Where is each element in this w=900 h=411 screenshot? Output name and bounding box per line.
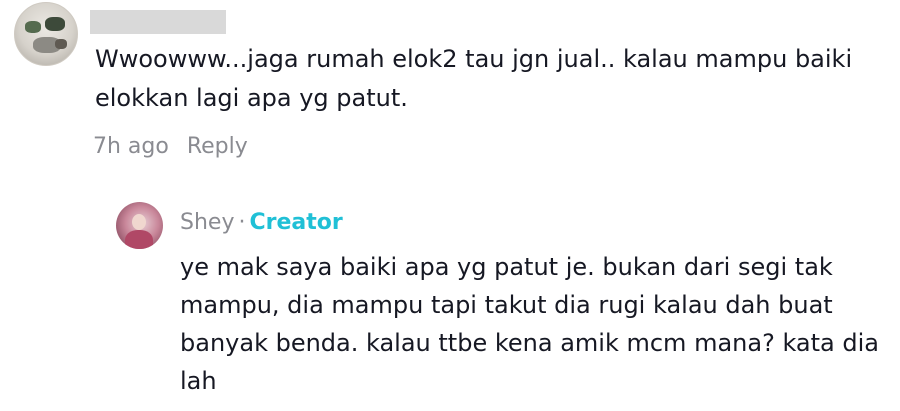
comment-timestamp: 7h ago [93, 134, 169, 159]
reply-text: ye mak saya baiki apa yg patut je. bukan… [180, 253, 879, 395]
avatar-detail [25, 21, 41, 33]
comment-meta: 7h ago Reply [93, 132, 248, 162]
creator-avatar-icon[interactable] [116, 202, 163, 249]
avatar-detail [55, 39, 67, 49]
username-redacted[interactable] [90, 10, 226, 34]
comment-thread: Wwoowww...jaga rumah elok2 tau jgn jual.… [0, 0, 900, 411]
reply-header: Shey · Creator [180, 208, 343, 238]
separator-dot: · [238, 210, 246, 235]
avatar-body [125, 230, 153, 249]
avatar-face [132, 214, 146, 230]
reply-author-name[interactable]: Shey [180, 210, 234, 235]
user-avatar-icon[interactable] [14, 2, 78, 66]
avatar-detail [45, 17, 65, 31]
comment-text: Wwoowww...jaga rumah elok2 tau jgn jual.… [95, 45, 853, 112]
creator-badge: Creator [249, 210, 343, 235]
reply-button[interactable]: Reply [187, 134, 248, 159]
